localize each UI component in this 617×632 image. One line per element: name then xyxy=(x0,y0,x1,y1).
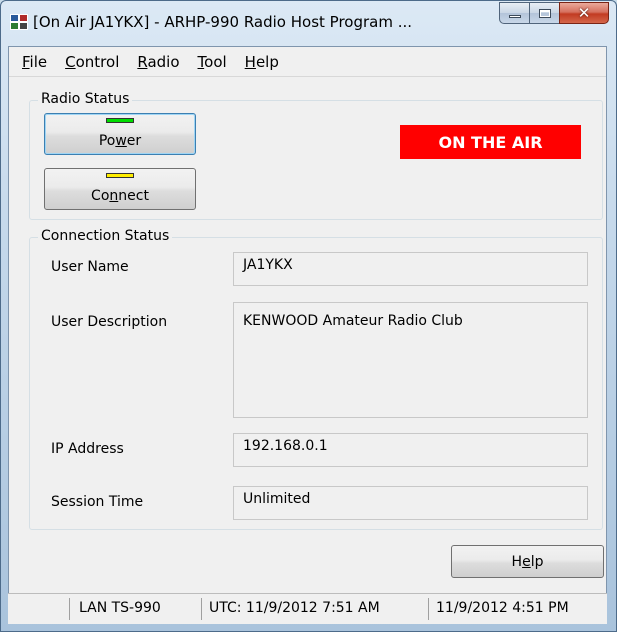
ip-address-label: IP Address xyxy=(51,441,124,457)
session-time-field[interactable]: Unlimited xyxy=(233,486,588,520)
minimize-button[interactable] xyxy=(499,2,529,24)
connection-status-title: Connection Status xyxy=(38,228,173,244)
window-title: [On Air JA1YKX] - ARHP-990 Radio Host Pr… xyxy=(33,13,413,31)
app-icon[interactable] xyxy=(10,14,28,30)
maximize-button[interactable] xyxy=(529,2,559,24)
close-button[interactable]: ✕ xyxy=(559,2,609,24)
status-divider xyxy=(201,598,202,620)
status-connection: LAN TS-990 xyxy=(79,600,161,616)
help-button[interactable]: Help xyxy=(451,545,604,578)
power-indicator-led xyxy=(106,118,134,123)
user-description-label: User Description xyxy=(51,314,168,330)
menu-radio[interactable]: Radio xyxy=(128,53,188,71)
status-local-time: 11/9/2012 4:51 PM xyxy=(436,600,569,616)
session-time-label: Session Time xyxy=(51,494,144,510)
menu-tool[interactable]: Tool xyxy=(189,53,236,71)
status-bar: LAN TS-990 UTC: 11/9/2012 7:51 AM 11/9/2… xyxy=(8,593,607,624)
power-button[interactable]: Power xyxy=(44,113,196,155)
user-name-field[interactable]: JA1YKX xyxy=(233,252,588,286)
title-bar[interactable]: [On Air JA1YKX] - ARHP-990 Radio Host Pr… xyxy=(1,1,616,47)
on-air-indicator: ON THE AIR xyxy=(400,125,581,159)
close-icon: ✕ xyxy=(577,3,591,22)
status-divider xyxy=(428,598,429,620)
caption-buttons: ✕ xyxy=(499,2,609,24)
status-utc-time: UTC: 11/9/2012 7:51 AM xyxy=(209,600,380,616)
power-button-label: Power xyxy=(98,133,142,149)
menu-help[interactable]: Help xyxy=(236,53,288,71)
menu-file[interactable]: File xyxy=(13,53,56,71)
connect-button-label: Connect xyxy=(91,188,149,204)
minimize-icon xyxy=(508,14,521,18)
radio-status-title: Radio Status xyxy=(38,91,133,107)
user-name-label: User Name xyxy=(51,259,129,275)
user-description-field[interactable]: KENWOOD Amateur Radio Club xyxy=(233,302,588,418)
connect-indicator-led xyxy=(106,173,134,178)
connect-button[interactable]: Connect xyxy=(44,168,196,210)
status-divider xyxy=(69,598,70,620)
menu-control[interactable]: Control xyxy=(56,53,128,71)
maximize-icon xyxy=(538,8,551,18)
help-button-label: Help xyxy=(511,554,544,570)
ip-address-field[interactable]: 192.168.0.1 xyxy=(233,433,588,467)
menu-bar: File Control Radio Tool Help xyxy=(9,47,606,77)
